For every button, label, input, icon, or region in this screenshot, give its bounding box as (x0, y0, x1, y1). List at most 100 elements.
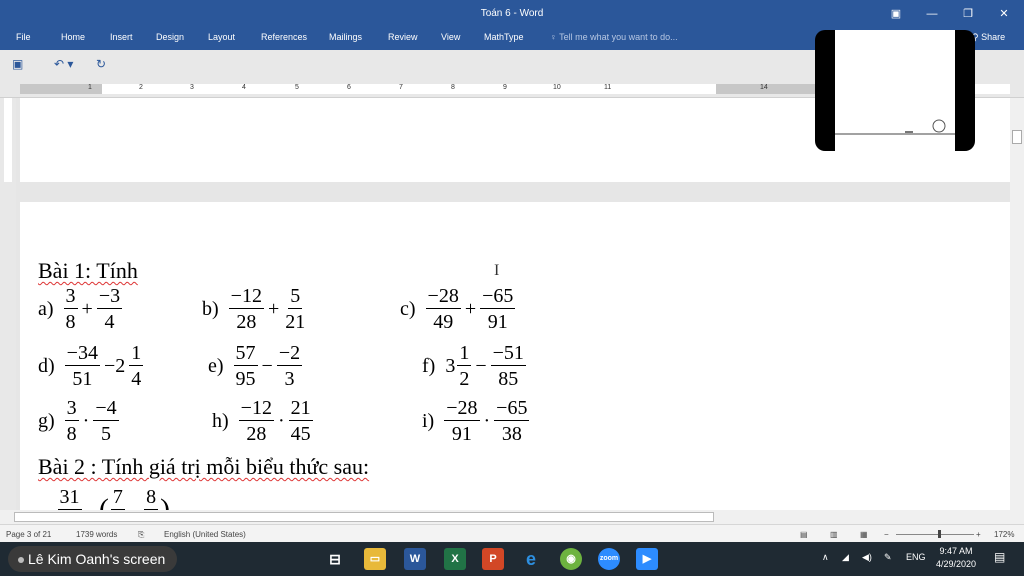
page-count[interactable]: Page 3 of 21 (6, 530, 51, 539)
tab-layout[interactable]: Layout (208, 32, 235, 42)
ruler-number: 2 (139, 84, 143, 91)
tell-me-search[interactable]: ♀ Tell me what you want to do... (550, 32, 678, 42)
zoom-out-icon[interactable]: − (884, 530, 889, 539)
language-status[interactable]: English (United States) (164, 530, 246, 539)
fraction: 57 95 (233, 343, 258, 390)
problem-label: f) (422, 354, 436, 377)
tab-review[interactable]: Review (388, 32, 418, 42)
numerator: −65 (480, 285, 516, 309)
ribbon-display-options-button[interactable]: ▣ (882, 4, 910, 24)
close-button[interactable]: ✕ (990, 4, 1018, 24)
problem-label: g) (38, 409, 55, 432)
fraction: 21 45 (288, 397, 313, 445)
volume-icon[interactable]: ◀) (862, 552, 872, 563)
operator: − (475, 354, 487, 377)
tab-mailings[interactable]: Mailings (329, 32, 362, 42)
screen-share-label: Lê Kim Oanh's screen (8, 546, 178, 572)
tab-home[interactable]: Home (61, 32, 85, 42)
problem-g: g) 38 · −4 5 (38, 398, 121, 444)
numerator: −51 (490, 342, 526, 366)
tab-insert[interactable]: Insert (110, 32, 133, 42)
network-icon[interactable]: ◢ (842, 552, 849, 563)
fraction: −28 49 (425, 285, 461, 333)
zoom-slider-thumb[interactable] (938, 530, 941, 538)
numerator: −28 (425, 285, 461, 309)
numerator: −4 (93, 397, 119, 421)
clock-date: 4/29/2020 (935, 559, 977, 569)
zoom-meeting-icon[interactable]: ▶ (636, 548, 658, 570)
vertical-ruler[interactable] (0, 98, 16, 510)
horizontal-scrollbar[interactable] (0, 510, 1024, 524)
denominator: 8 (65, 311, 76, 333)
bai2-heading: Bài 2 : Tính giá trị mỗi biểu thức sau: (38, 454, 369, 480)
horizontal-scroll-thumb[interactable] (14, 512, 714, 522)
problem-i: i) −28 91 · −65 38 (422, 398, 531, 444)
denominator: 28 (246, 423, 267, 445)
webcam-drawing (835, 119, 955, 135)
problem-e: e) 57 95 − −2 3 (208, 343, 304, 389)
webcam-video-overlay (815, 30, 975, 151)
word-icon[interactable]: W (404, 548, 426, 570)
camtasia-icon[interactable]: ◉ (560, 548, 582, 570)
problem-b: b) −12 28 + 5 21 (202, 286, 309, 332)
chevron-up-icon[interactable]: ∧ (822, 552, 829, 563)
problem-label: h) (212, 409, 229, 432)
window-title: Toán 6 - Word (480, 8, 544, 19)
ruler-number: 8 (451, 84, 455, 91)
vertical-scroll-thumb[interactable] (1012, 130, 1022, 144)
print-layout-icon[interactable]: ▥ (830, 530, 838, 539)
edge-icon[interactable]: e (520, 548, 542, 570)
redo-icon[interactable]: ↻ (96, 57, 106, 71)
input-language[interactable]: ENG (906, 552, 926, 562)
fraction: −4 5 (93, 397, 119, 444)
ruler-number: 10 (553, 84, 561, 91)
numerator: −2 (276, 342, 303, 366)
tab-file[interactable]: File (16, 32, 31, 42)
tab-references[interactable]: References (261, 32, 307, 42)
vertical-ruler-track (4, 98, 12, 182)
zoom-slider-track[interactable] (896, 534, 974, 535)
fraction: −51 85 (490, 342, 526, 389)
zoom-in-icon[interactable]: + (976, 530, 981, 539)
denominator: 49 (433, 311, 454, 333)
minimize-button[interactable]: — (918, 4, 946, 24)
problem-a: a) 38 + −3 4 (38, 286, 124, 332)
fraction: 14 (129, 342, 144, 389)
share-indicator-icon (18, 557, 24, 564)
word-count[interactable]: 1739 words (76, 530, 117, 539)
share-button[interactable]: ⚲ Share (972, 32, 1005, 43)
task-view-icon[interactable]: ⊟ (324, 548, 346, 570)
save-icon[interactable]: ▣ (12, 57, 23, 71)
operator: −2 (103, 354, 126, 377)
vertical-scrollbar[interactable] (1010, 98, 1024, 510)
numerator: 1 (129, 342, 144, 366)
restore-button[interactable]: ❐ (954, 4, 982, 24)
fraction: 38 (64, 398, 79, 444)
problem-label: a) (38, 297, 54, 320)
denominator: 45 (290, 423, 311, 445)
screen-share-text: Lê Kim Oanh's screen (28, 551, 166, 567)
zoom-level[interactable]: 172% (994, 530, 1014, 539)
read-mode-icon[interactable]: ▤ (800, 530, 808, 539)
numerator: 3 (63, 285, 78, 309)
notifications-icon[interactable]: ▤ (994, 550, 1005, 564)
proofing-icon[interactable]: ⎘ (138, 530, 144, 540)
numerator: −12 (238, 397, 274, 421)
zoom-app-icon[interactable]: zoom (598, 548, 620, 570)
fraction: 8 (144, 487, 159, 511)
clock[interactable]: 9:47 AM 4/29/2020 (930, 545, 982, 571)
tab-design[interactable]: Design (156, 32, 184, 42)
tab-mathtype[interactable]: MathType (484, 32, 524, 42)
file-explorer-icon[interactable]: ▭ (364, 548, 386, 570)
denominator: 95 (235, 368, 256, 390)
fraction: −12 28 (238, 397, 274, 445)
operator: + (464, 297, 477, 320)
pen-icon[interactable]: ✎ (884, 552, 892, 563)
numerator: 21 (288, 397, 313, 421)
undo-icon[interactable]: ↶ ▾ (54, 57, 73, 71)
bai2-partial-clip: a) 31 − ( 7 + 8 ) (30, 480, 330, 510)
tab-view[interactable]: View (441, 32, 460, 42)
excel-icon[interactable]: X (444, 548, 466, 570)
web-layout-icon[interactable]: ▦ (860, 530, 868, 539)
powerpoint-icon[interactable]: P (482, 548, 504, 570)
